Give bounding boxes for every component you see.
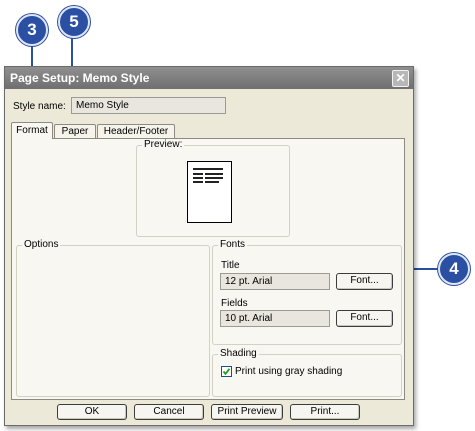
fonts-label: Fonts	[218, 239, 248, 250]
page-setup-dialog: Page Setup: Memo Style ✕ Style name: Mem…	[4, 66, 414, 426]
callout-4-number: 4	[449, 259, 459, 278]
print-preview-button-label: Print Preview	[217, 406, 277, 417]
cancel-button-label: Cancel	[153, 406, 185, 417]
fonts-group: Fonts Title 12 pt. Arial Font... Fields …	[212, 239, 402, 345]
gray-shading-checkbox[interactable]	[221, 366, 232, 377]
tab-paper[interactable]: Paper	[54, 124, 96, 139]
fields-font-field: 10 pt. Arial	[220, 310, 330, 327]
shading-label: Shading	[218, 348, 259, 359]
title-font-button[interactable]: Font...	[336, 273, 393, 290]
close-button[interactable]: ✕	[392, 70, 409, 87]
tab-paper-label: Paper	[61, 126, 89, 137]
format-tab-panel: Preview: Options Fonts Title 12 pt. Aria…	[11, 138, 405, 400]
fields-font-button-label: Font...	[350, 312, 379, 323]
title-font-button-label: Font...	[350, 275, 379, 286]
cancel-button[interactable]: Cancel	[134, 404, 204, 420]
callout-3-badge: 3	[16, 14, 48, 46]
dialog-title: Page Setup: Memo Style	[10, 71, 150, 85]
fields-font-button[interactable]: Font...	[336, 310, 393, 327]
title-font-value: 12 pt. Arial	[225, 276, 273, 287]
gray-shading-label: Print using gray shading	[235, 366, 343, 377]
print-preview-button[interactable]: Print Preview	[211, 404, 283, 420]
tab-header-footer[interactable]: Header/Footer	[97, 124, 175, 139]
preview-group: Preview:	[136, 139, 290, 237]
print-button[interactable]: Print...	[290, 404, 360, 420]
preview-label: Preview:	[142, 139, 185, 150]
style-name-value: Memo Style	[76, 100, 129, 111]
callout-5-badge: 5	[58, 6, 90, 38]
options-group: Options	[16, 239, 210, 397]
title-font-label: Title	[221, 260, 240, 271]
print-button-label: Print...	[310, 406, 340, 417]
callout-3-number: 3	[27, 20, 37, 39]
options-label: Options	[22, 239, 61, 250]
title-font-field: 12 pt. Arial	[220, 273, 330, 290]
fields-font-value: 10 pt. Arial	[225, 313, 273, 324]
ok-button-label: OK	[84, 406, 100, 417]
close-icon: ✕	[395, 71, 406, 85]
style-name-field[interactable]: Memo Style	[71, 97, 226, 114]
fields-font-label: Fields	[221, 298, 248, 309]
style-name-label: Style name:	[13, 101, 66, 112]
checkmark-icon	[222, 368, 231, 376]
tab-format[interactable]: Format	[11, 122, 53, 139]
tab-header-footer-label: Header/Footer	[103, 126, 169, 137]
tab-format-label: Format	[16, 125, 48, 136]
ok-button[interactable]: OK	[57, 404, 127, 420]
callout-4-badge: 4	[438, 253, 470, 285]
title-bar[interactable]: Page Setup: Memo Style ✕	[5, 67, 413, 89]
shading-group: Shading Print using gray shading	[212, 348, 402, 397]
callout-5-number: 5	[69, 12, 79, 31]
page-preview-thumbnail	[187, 161, 232, 223]
